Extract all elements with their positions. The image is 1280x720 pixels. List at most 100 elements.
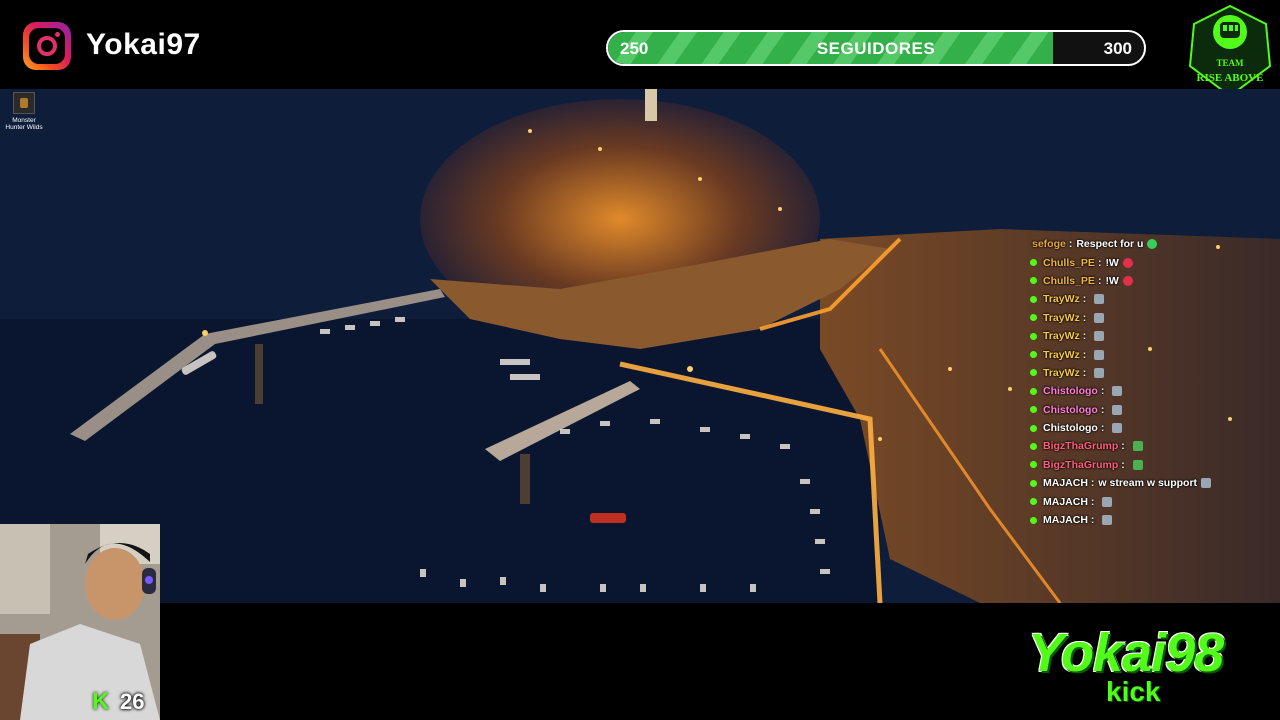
chat-message: MAJACH: w stream w support xyxy=(1030,474,1280,492)
emote-icon xyxy=(1094,312,1105,323)
chat-separator: : xyxy=(1121,458,1125,471)
red-heart-icon xyxy=(1122,257,1133,268)
game-app-icon xyxy=(13,92,35,114)
emote-icon xyxy=(1201,478,1212,489)
chat-message: MAJACH: xyxy=(1030,511,1280,529)
chat-text: w stream w support xyxy=(1098,477,1198,490)
chat-badge-icon xyxy=(1030,351,1037,359)
chat-separator: : xyxy=(1068,238,1073,251)
chat-badge-icon xyxy=(1030,314,1037,322)
emote-icon xyxy=(1112,423,1123,434)
leaf-icon xyxy=(1132,441,1143,452)
chat-badge-icon xyxy=(1030,369,1037,377)
top-bar: Yokai97 250 SEGUIDORES 300 TEAM RISE ABO… xyxy=(0,0,1280,98)
red-heart-icon xyxy=(1122,275,1133,286)
chat-separator: : xyxy=(1100,385,1105,398)
chat-badge-icon xyxy=(1030,332,1037,340)
team-logo-line2: RISE ABOVE xyxy=(1197,72,1264,84)
chat-message: TrayWz: xyxy=(1030,345,1280,363)
chat-message: TrayWz: xyxy=(1030,364,1280,382)
chat-separator: : xyxy=(1090,495,1095,508)
chat-separator: : xyxy=(1121,440,1125,453)
chat-text: Respect for u xyxy=(1076,238,1144,251)
chat-separator: : xyxy=(1100,403,1105,416)
chat-separator: : xyxy=(1082,348,1087,361)
chat-message: TrayWz: xyxy=(1030,290,1280,308)
chat-badge-icon xyxy=(1030,387,1037,395)
chat-message: TrayWz: xyxy=(1030,309,1280,327)
chat-username: BigzThaGrump xyxy=(1043,458,1119,471)
chat-username: MAJACH xyxy=(1043,495,1088,508)
chat-badge-icon xyxy=(1030,277,1037,285)
chat-message: TrayWz: xyxy=(1030,327,1280,345)
chat-separator: : xyxy=(1082,366,1087,379)
chat-text: !W xyxy=(1105,274,1119,287)
emote-icon xyxy=(1112,404,1123,415)
chat-username: TrayWz xyxy=(1043,366,1080,379)
goal-end-value: 300 xyxy=(1103,39,1132,58)
chat-username: MAJACH xyxy=(1043,477,1088,490)
chat-username: sefoge xyxy=(1032,238,1066,251)
emote-icon xyxy=(1102,496,1113,507)
chat-separator: : xyxy=(1097,274,1102,287)
chat-separator: : xyxy=(1082,330,1087,343)
chat-username: Chistologo xyxy=(1043,385,1098,398)
chat-overlay: sefoge: Respect for u Chulls_PE: !W Chulls_P… xyxy=(1030,235,1280,529)
chat-message: Chistologo: xyxy=(1030,382,1280,400)
emote-icon xyxy=(1102,515,1113,526)
chat-username: MAJACH xyxy=(1043,514,1088,527)
chat-separator: : xyxy=(1090,514,1095,527)
chat-username: TrayWz xyxy=(1043,348,1080,361)
desktop-shortcut-monster-hunter-wilds[interactable]: Monster Hunter Wilds xyxy=(2,92,46,131)
team-logo-line1: TEAM xyxy=(1217,58,1245,68)
chat-badge-icon xyxy=(1030,295,1037,303)
chat-badge-icon xyxy=(1030,259,1037,267)
chat-separator: : xyxy=(1100,422,1105,435)
emote-icon xyxy=(1094,294,1105,305)
chat-username: Chistologo xyxy=(1043,403,1098,416)
desktop-shortcut-label: Monster Hunter Wilds xyxy=(5,117,43,131)
chat-message: MAJACH: xyxy=(1030,492,1280,510)
leaf-icon xyxy=(1132,459,1143,470)
green-heart-icon xyxy=(1147,239,1158,250)
goal-title: SEGUIDORES xyxy=(816,39,936,58)
follower-goal-bar: 250 SEGUIDORES 300 xyxy=(606,30,1146,66)
brand-name: Yokai98 xyxy=(1028,623,1224,683)
emote-icon xyxy=(1094,349,1105,360)
chat-separator: : xyxy=(1097,256,1102,269)
chat-text: !W xyxy=(1105,256,1119,269)
kick-badge: K xyxy=(92,688,110,715)
chat-badge-icon xyxy=(1030,479,1037,487)
chat-message: Chulls_PE: !W xyxy=(1030,253,1280,271)
chat-message: Chistologo: xyxy=(1030,419,1280,437)
chat-message: Chulls_PE: !W xyxy=(1030,272,1280,290)
team-rise-above-logo: TEAM RISE ABOVE xyxy=(1188,4,1272,98)
brand-logo: Yokai98 kick xyxy=(1022,622,1264,712)
chat-message: BigzThaGrump: xyxy=(1030,456,1280,474)
chat-badge-icon xyxy=(1030,424,1037,432)
instagram-handle: Yokai97 xyxy=(86,28,201,61)
chat-badge-icon xyxy=(1030,406,1037,414)
chat-message: BigzThaGrump: xyxy=(1030,437,1280,455)
emote-icon xyxy=(1094,367,1105,378)
chat-badge-icon xyxy=(1030,516,1037,524)
chat-separator: : xyxy=(1082,311,1087,324)
chat-username: Chulls_PE xyxy=(1043,256,1095,269)
chat-badge-icon xyxy=(1030,461,1037,469)
chat-username: TrayWz xyxy=(1043,311,1080,324)
chat-badge-icon xyxy=(1030,498,1037,506)
viewer-count: 26 xyxy=(120,689,145,714)
chat-separator: : xyxy=(1082,293,1087,306)
chat-badge-icon xyxy=(1030,442,1037,450)
chat-username: Chulls_PE xyxy=(1043,274,1095,287)
emote-icon xyxy=(1094,331,1105,342)
chat-username: BigzThaGrump xyxy=(1043,440,1119,453)
chat-message: sefoge: Respect for u xyxy=(1030,235,1280,253)
emote-icon xyxy=(1112,386,1123,397)
chat-separator: : xyxy=(1090,477,1095,490)
chat-username: TrayWz xyxy=(1043,293,1080,306)
chat-username: TrayWz xyxy=(1043,330,1080,343)
chat-message: Chistologo: xyxy=(1030,401,1280,419)
instagram-icon xyxy=(23,22,71,70)
chat-username: Chistologo xyxy=(1043,422,1098,435)
